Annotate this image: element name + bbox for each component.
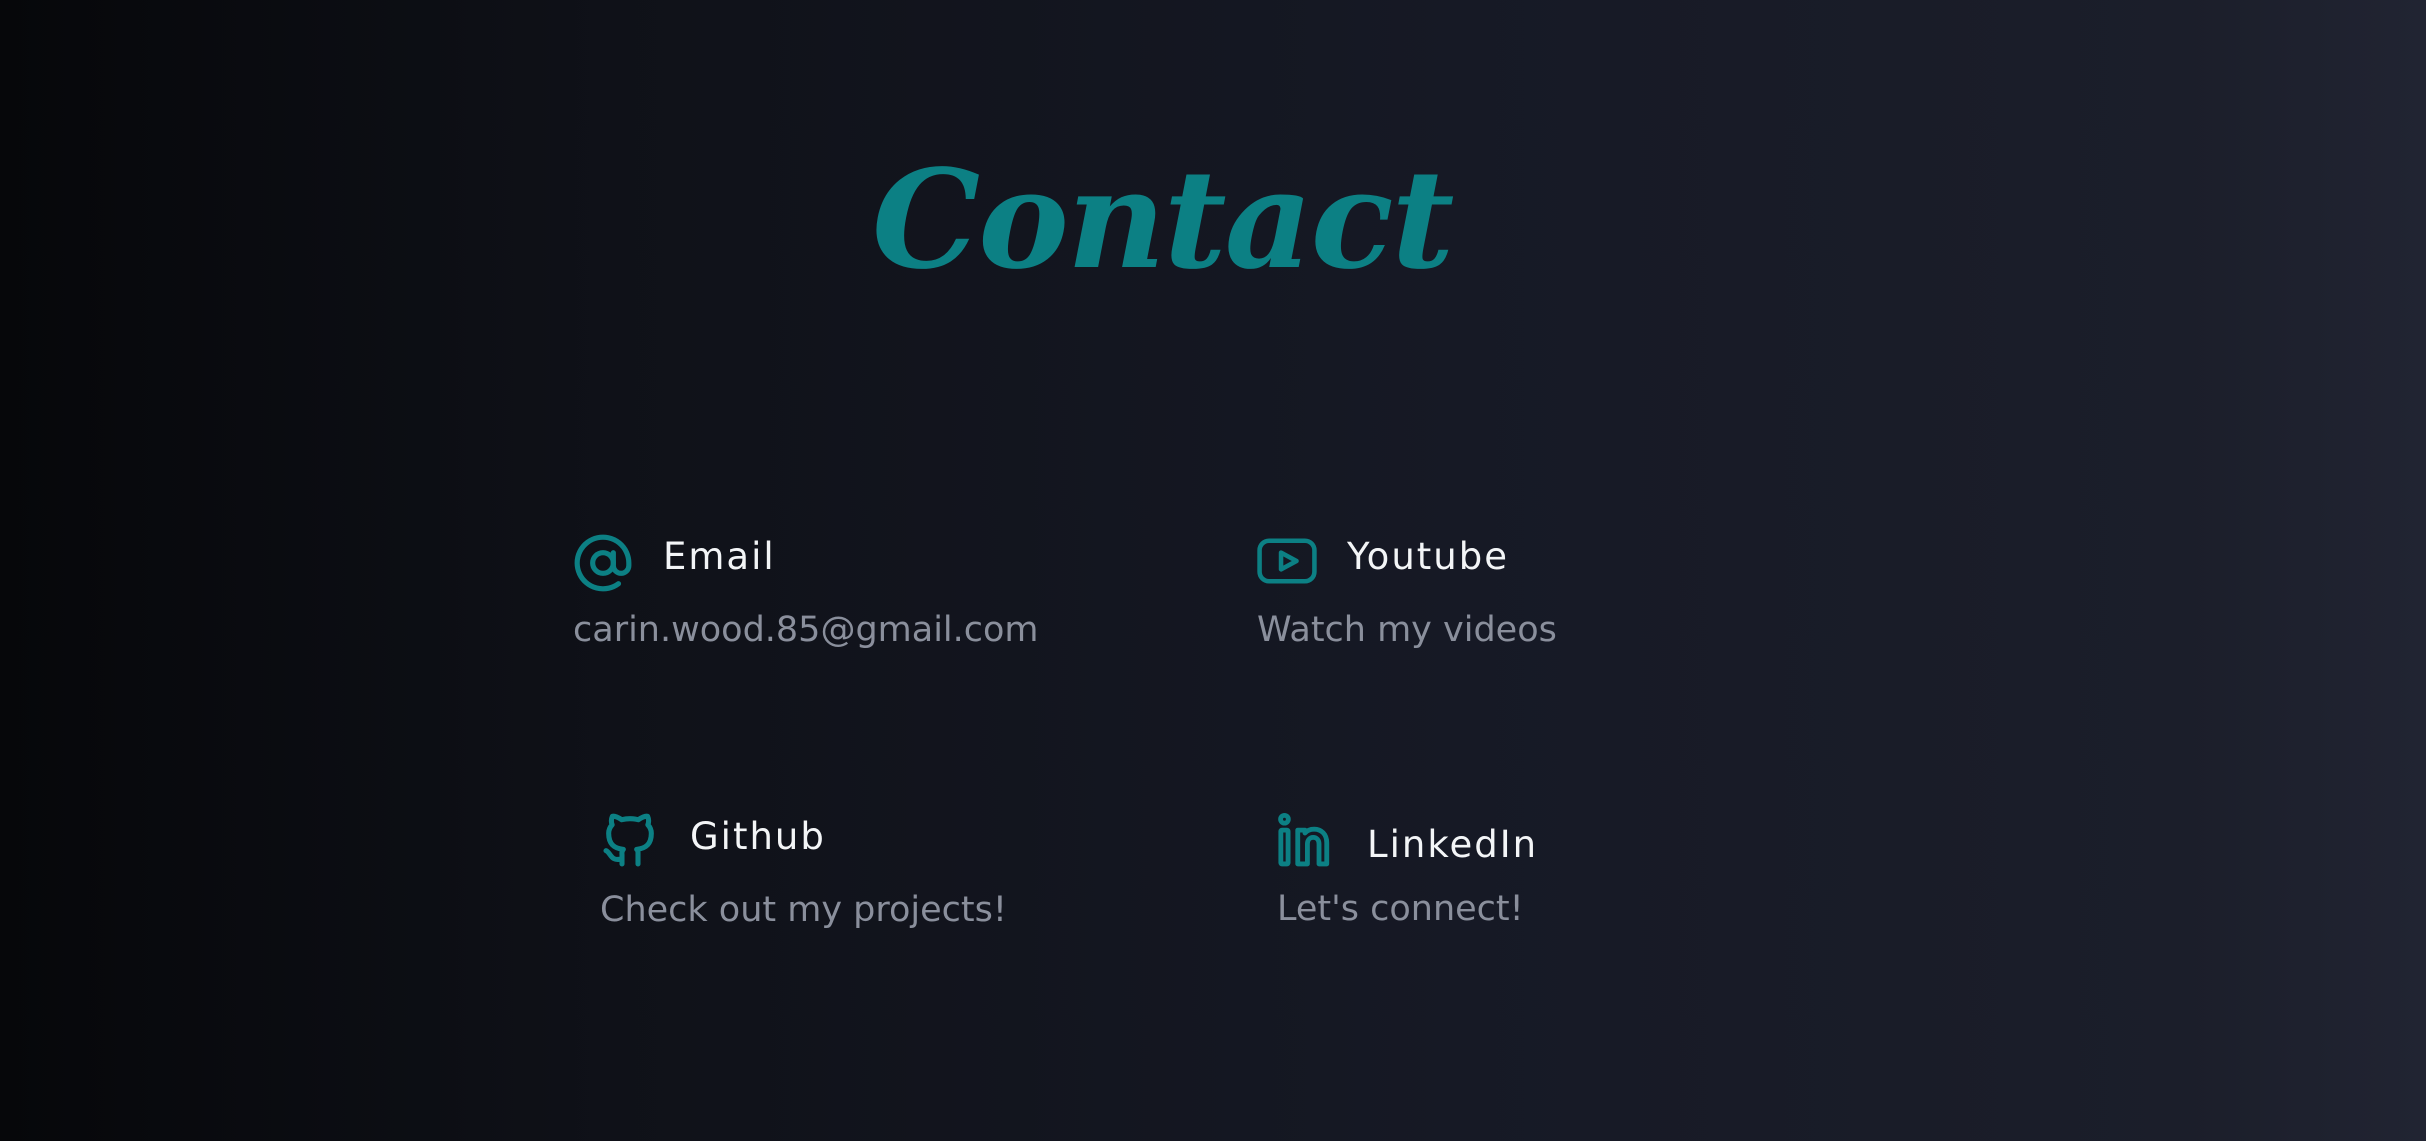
contact-youtube-title: Youtube (1347, 535, 1509, 578)
page-title: Contact (872, 140, 1454, 300)
contact-email-value[interactable]: carin.wood.85@gmail.com (573, 610, 1039, 650)
contact-github-value[interactable]: Check out my projects! (600, 890, 1007, 930)
linkedin-icon (1275, 812, 1335, 870)
github-icon (598, 808, 662, 872)
youtube-icon (1256, 536, 1318, 586)
contact-youtube-value[interactable]: Watch my videos (1257, 610, 1557, 650)
contact-linkedin-title: LinkedIn (1367, 823, 1539, 866)
at-sign-icon (572, 532, 634, 594)
contact-email-title: Email (663, 535, 776, 578)
contact-github-title: Github (690, 815, 826, 858)
contact-linkedin-value[interactable]: Let's connect! (1277, 889, 1524, 929)
